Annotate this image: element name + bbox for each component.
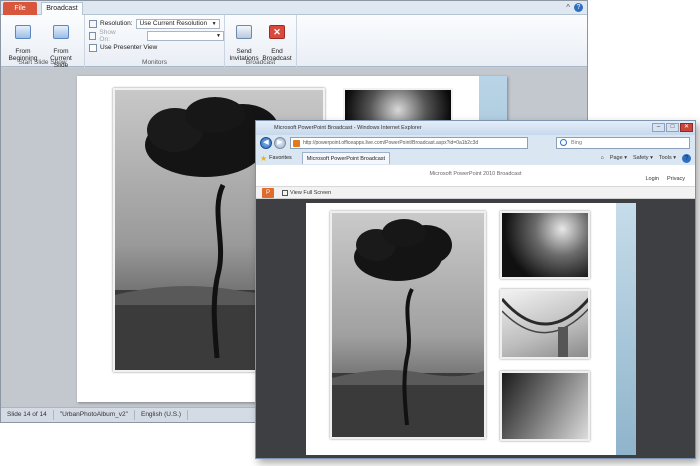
group-label-start-slide-show: Start Slide Show bbox=[18, 59, 67, 66]
slide-counter: Slide 14 of 14 bbox=[1, 410, 54, 420]
group-broadcast: Send Invitations ✕ End Broadcast Broadca… bbox=[225, 15, 297, 67]
browser-title-bar: Microsoft PowerPoint Broadcast - Windows… bbox=[256, 121, 695, 135]
browser-title: Microsoft PowerPoint Broadcast - Windows… bbox=[274, 125, 422, 131]
ribbon-tabs: File Broadcast ^ ? bbox=[1, 1, 587, 16]
browser-tab[interactable]: Microsoft PowerPoint Broadcast bbox=[301, 152, 391, 164]
tools-menu[interactable]: Tools ▾ bbox=[659, 155, 676, 161]
ribbon-window-controls: ^ ? bbox=[566, 3, 583, 12]
help-icon[interactable]: ? bbox=[682, 153, 691, 163]
from-beginning-button[interactable]: From Beginning bbox=[5, 18, 41, 62]
show-on-icon bbox=[89, 31, 97, 40]
page-favicon-icon bbox=[293, 140, 300, 147]
tree-photo bbox=[330, 211, 486, 439]
collapse-ribbon-icon[interactable]: ^ bbox=[566, 3, 570, 12]
browser-nav-bar: ◀ ▶ http://powerpoint.officeapps.live.co… bbox=[256, 135, 695, 151]
presenter-view-row[interactable]: Use Presenter View bbox=[89, 42, 157, 53]
star-icon: ★ bbox=[260, 153, 268, 163]
bridge-cable-icon bbox=[502, 297, 588, 357]
tree-silhouette-icon bbox=[332, 219, 484, 437]
presenter-view-label: Use Presenter View bbox=[100, 44, 158, 51]
resolution-label: Resolution: bbox=[100, 20, 133, 27]
skyscraper-photo bbox=[500, 371, 590, 441]
help-icon[interactable]: ? bbox=[574, 3, 583, 12]
login-link[interactable]: Login bbox=[646, 176, 659, 182]
tab-file[interactable]: File bbox=[3, 2, 37, 15]
broadcast-slide bbox=[306, 203, 636, 455]
page-header: Microsoft PowerPoint 2010 Broadcast Logi… bbox=[256, 165, 695, 187]
bridge-photo bbox=[500, 289, 590, 359]
send-invitations-icon bbox=[236, 25, 252, 39]
powerpoint-logo-icon: P bbox=[262, 188, 274, 198]
search-box[interactable]: Bing bbox=[556, 137, 690, 149]
favorites-button[interactable]: ★ Favorites bbox=[256, 154, 296, 163]
group-monitors: Resolution: Use Current Resolution ▼ Sho… bbox=[85, 15, 225, 67]
show-on-combo[interactable]: ▼ bbox=[147, 30, 224, 41]
show-on-row: Show On: ▼ bbox=[89, 28, 224, 43]
monitor-icon bbox=[89, 19, 97, 28]
view-full-screen-button[interactable]: View Full Screen bbox=[282, 187, 331, 199]
forward-icon[interactable]: ▶ bbox=[274, 137, 286, 149]
end-broadcast-icon: ✕ bbox=[269, 25, 285, 39]
ribbon: From Beginning From Current Slide Start … bbox=[1, 15, 587, 69]
language-indicator[interactable]: English (U.S.) bbox=[135, 410, 189, 420]
fullscreen-icon bbox=[282, 190, 288, 196]
chevron-down-icon: ▼ bbox=[216, 32, 221, 39]
viewer-toolbar: P View Full Screen bbox=[256, 187, 695, 199]
broadcast-page: Microsoft PowerPoint 2010 Broadcast Logi… bbox=[256, 165, 695, 458]
resolution-combo[interactable]: Use Current Resolution ▼ bbox=[135, 18, 220, 29]
browser-window-controls: – □ ✕ bbox=[652, 123, 693, 132]
group-start-slide-show: From Beginning From Current Slide Start … bbox=[1, 15, 85, 69]
theme-name: "UrbanPhotoAlbum_v2" bbox=[54, 410, 135, 420]
show-on-label: Show On: bbox=[99, 28, 116, 43]
end-broadcast-button[interactable]: ✕ End Broadcast bbox=[259, 18, 295, 62]
browser-window: Microsoft PowerPoint Broadcast - Windows… bbox=[255, 120, 696, 459]
slide-accent-bar bbox=[616, 203, 636, 455]
favorites-label: Favorites bbox=[269, 155, 292, 161]
close-icon[interactable]: ✕ bbox=[680, 123, 693, 132]
minimize-icon[interactable]: – bbox=[652, 123, 665, 132]
browser-command-bar: ★ Favorites Microsoft PowerPoint Broadca… bbox=[256, 151, 695, 165]
home-icon[interactable]: ⌂ bbox=[601, 155, 604, 161]
privacy-link[interactable]: Privacy bbox=[667, 176, 685, 182]
slideshow-current-icon bbox=[53, 25, 69, 39]
safety-menu[interactable]: Safety ▾ bbox=[633, 155, 653, 161]
tab-broadcast[interactable]: Broadcast bbox=[41, 2, 83, 16]
send-invitations-button[interactable]: Send Invitations bbox=[226, 18, 262, 62]
page-menu[interactable]: Page ▾ bbox=[610, 155, 627, 161]
search-placeholder: Bing bbox=[571, 140, 583, 146]
presenter-view-checkbox[interactable] bbox=[89, 43, 97, 52]
building-photo bbox=[500, 211, 590, 279]
chevron-down-icon: ▼ bbox=[211, 20, 217, 27]
address-value: http://powerpoint.officeapps.live.com/Po… bbox=[303, 140, 479, 146]
resolution-value: Use Current Resolution bbox=[139, 19, 208, 27]
group-label-broadcast: Broadcast bbox=[245, 59, 276, 66]
group-label-monitors: Monitors bbox=[142, 59, 167, 66]
page-title: Microsoft PowerPoint 2010 Broadcast bbox=[429, 171, 522, 177]
resolution-row: Resolution: Use Current Resolution ▼ bbox=[89, 18, 220, 29]
address-bar[interactable]: http://powerpoint.officeapps.live.com/Po… bbox=[290, 137, 528, 149]
maximize-icon[interactable]: □ bbox=[666, 123, 679, 132]
search-icon bbox=[560, 139, 567, 146]
view-full-screen-label: View Full Screen bbox=[290, 190, 332, 196]
slide-viewer bbox=[256, 199, 695, 458]
header-links: Login Privacy bbox=[646, 176, 686, 182]
command-menus: ⌂ Page ▾ Safety ▾ Tools ▾ ? bbox=[601, 153, 696, 163]
slideshow-icon bbox=[15, 25, 31, 39]
back-icon[interactable]: ◀ bbox=[260, 137, 272, 149]
